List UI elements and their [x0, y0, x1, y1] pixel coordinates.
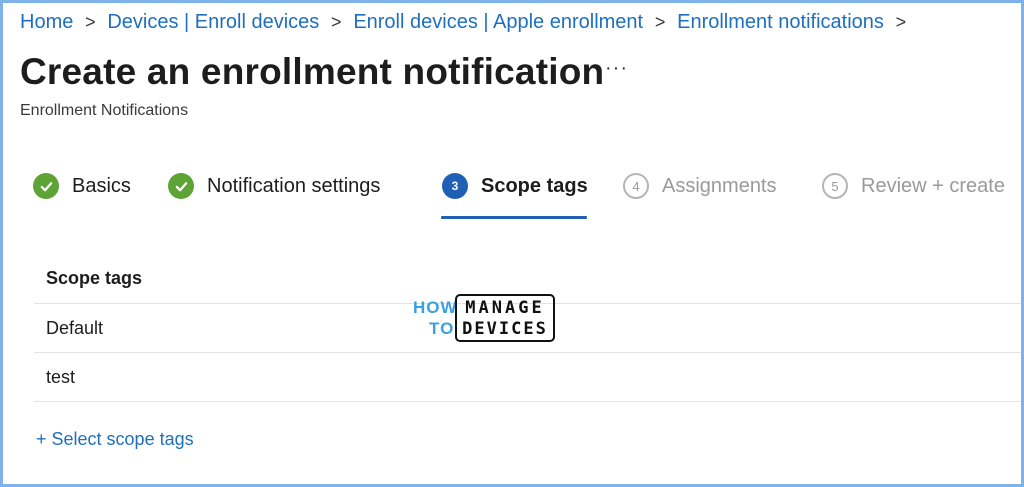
breadcrumb-home[interactable]: Home — [20, 11, 73, 34]
chevron-right-icon: > — [85, 12, 96, 32]
chevron-right-icon: > — [331, 12, 342, 32]
watermark-to: TO — [429, 319, 455, 338]
page-subtitle: Enrollment Notifications — [20, 102, 189, 119]
step-label: Basics — [72, 174, 131, 197]
step-notification-settings[interactable]: Notification settings — [168, 173, 380, 199]
watermark-devices: DEVICES — [462, 319, 548, 339]
chevron-right-icon: > — [654, 12, 666, 32]
step-assignments[interactable]: 4 Assignments — [623, 173, 777, 199]
step-number-badge: 3 — [442, 173, 468, 199]
more-options-button[interactable]: ··· — [605, 57, 628, 80]
watermark-logo: HOW TO MANAGE DEVICES — [413, 294, 559, 344]
step-label: Scope tags — [481, 174, 588, 197]
step-number-badge: 4 — [623, 173, 649, 199]
breadcrumb-enrollment-notifications[interactable]: Enrollment notifications — [677, 11, 884, 34]
breadcrumb: Home > Devices | Enroll devices > Enroll… — [20, 11, 918, 34]
breadcrumb-devices-enroll[interactable]: Devices | Enroll devices — [107, 11, 319, 34]
wizard-steps: Basics Notification settings 3 Scope tag… — [3, 173, 1021, 223]
watermark-how: HOW — [413, 298, 458, 317]
page-title: Create an enrollment notification — [20, 51, 605, 92]
step-label: Review + create — [861, 174, 1005, 197]
step-number-badge: 5 — [822, 173, 848, 199]
step-label: Assignments — [662, 174, 777, 197]
chevron-right-icon: > — [895, 12, 907, 32]
step-scope-tags[interactable]: 3 Scope tags — [442, 173, 588, 199]
step-review-create[interactable]: 5 Review + create — [822, 173, 1005, 199]
check-icon — [33, 173, 59, 199]
watermark-manage: MANAGE — [465, 298, 545, 318]
watermark-box: MANAGE DEVICES — [455, 294, 555, 342]
breadcrumb-apple-enrollment[interactable]: Enroll devices | Apple enrollment — [353, 11, 643, 34]
table-row: test — [34, 353, 1021, 402]
select-scope-tags-link[interactable]: + Select scope tags — [36, 429, 194, 450]
active-step-underline — [441, 216, 587, 219]
step-label: Notification settings — [207, 174, 381, 197]
step-basics[interactable]: Basics — [33, 173, 131, 199]
page-frame: Home > Devices | Enroll devices > Enroll… — [0, 0, 1024, 487]
check-icon — [168, 173, 194, 199]
